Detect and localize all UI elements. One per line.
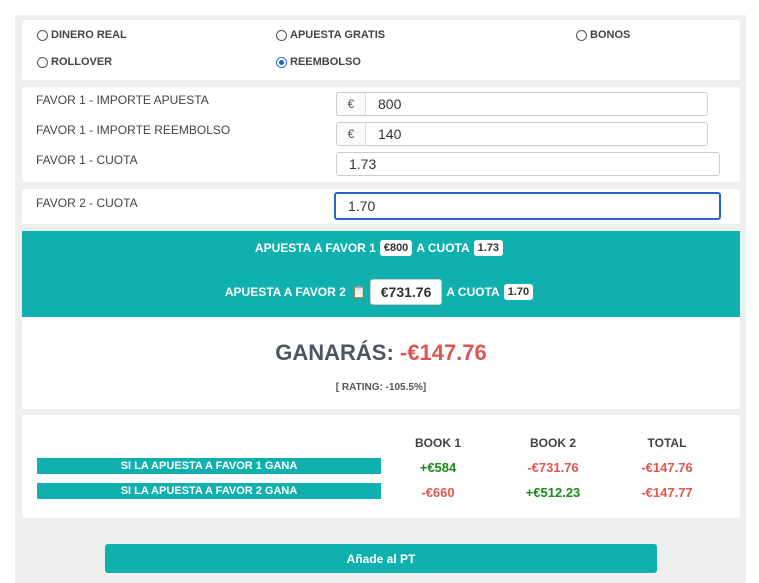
radio-circle-icon xyxy=(37,56,48,68)
bet1-odds-badge: 1.73 xyxy=(473,240,504,256)
profit-value: -€147.76 xyxy=(399,340,487,365)
radio-circle-icon xyxy=(37,29,48,41)
radio-label: DINERO REAL xyxy=(51,29,127,41)
row1-book2: -€731.76 xyxy=(527,460,579,475)
clipboard-icon[interactable]: 📋 xyxy=(352,285,367,299)
bet1-odds-prefix: A CUOTA xyxy=(416,241,470,255)
bet-summary-banner: APUESTA A FAVOR 1 €800 A CUOTA 1.73 APUE… xyxy=(22,231,740,317)
row2-book1: -€660 xyxy=(421,485,455,500)
header-book1: BOOK 1 xyxy=(414,436,461,450)
favor1-stake-value: 800 xyxy=(378,96,402,112)
favor2-section: FAVOR 2 - CUOTA 1.70 xyxy=(22,189,740,224)
outcome-table: BOOK 1 BOOK 2 TOTAL SI LA APUESTA A FAVO… xyxy=(22,415,740,518)
row2-total: -€147.77 xyxy=(641,485,693,500)
row2-book2: +€512.23 xyxy=(525,485,581,500)
favor1-odds-input[interactable]: 1.73 xyxy=(336,152,720,176)
bet2-amount-badge: €731.76 xyxy=(369,279,443,305)
bet-mode-selector: DINERO REAL APUESTA GRATIS BONOS ROLLOVE… xyxy=(22,20,740,80)
radio-label: REEMBOLSO xyxy=(290,56,361,68)
result-section: GANARÁS: -€147.76 [ RATING: -105.5%] xyxy=(22,317,740,409)
favor1-odds-value: 1.73 xyxy=(349,156,377,172)
radio-circle-icon xyxy=(576,29,587,41)
bet1-summary: APUESTA A FAVOR 1 €800 A CUOTA 1.73 xyxy=(22,240,740,256)
radio-label: BONOS xyxy=(590,29,631,41)
radio-label: APUESTA GRATIS xyxy=(290,29,386,41)
rating-text: [ RATING: -105.5%] xyxy=(335,382,427,393)
bet2-prefix: APUESTA A FAVOR 2 xyxy=(224,285,346,299)
radio-bonuses[interactable]: BONOS xyxy=(576,29,630,41)
bet2-odds-prefix: A CUOTA xyxy=(446,285,500,299)
radio-real-money[interactable]: DINERO REAL xyxy=(37,29,127,41)
radio-free-bet[interactable]: APUESTA GRATIS xyxy=(276,29,385,41)
favor1-stake-input[interactable]: € 800 xyxy=(336,92,708,116)
header-total: TOTAL xyxy=(647,436,687,450)
row-label: SI LA APUESTA A FAVOR 1 GANA xyxy=(37,458,381,474)
favor1-odds-label: FAVOR 1 - CUOTA xyxy=(36,153,138,167)
radio-rollover[interactable]: ROLLOVER xyxy=(37,56,112,68)
favor1-refund-label: FAVOR 1 - IMPORTE REEMBOLSO xyxy=(36,123,231,137)
calculator-panel: DINERO REAL APUESTA GRATIS BONOS ROLLOVE… xyxy=(15,15,746,583)
favor2-odds-input[interactable]: 1.70 xyxy=(334,192,721,220)
add-to-pt-button[interactable]: Añade al PT xyxy=(105,544,657,573)
euro-icon: € xyxy=(337,123,366,145)
header-book2: BOOK 2 xyxy=(529,436,576,450)
profit-label: GANARÁS: xyxy=(275,340,394,365)
profit-heading: GANARÁS: -€147.76 xyxy=(22,340,740,366)
row1-total: -€147.76 xyxy=(641,460,693,475)
favor2-odds-value: 1.70 xyxy=(348,198,376,214)
radio-refund[interactable]: REEMBOLSO xyxy=(276,56,361,68)
favor2-odds-label: FAVOR 2 - CUOTA xyxy=(36,196,138,210)
row-label: SI LA APUESTA A FAVOR 2 GANA xyxy=(37,483,381,499)
favor1-stake-label: FAVOR 1 - IMPORTE APUESTA xyxy=(36,93,209,107)
bet1-amount-badge: €800 xyxy=(379,240,413,256)
radio-circle-icon xyxy=(276,29,287,41)
favor1-section: FAVOR 1 - IMPORTE APUESTA € 800 FAVOR 1 … xyxy=(22,87,740,182)
radio-selected-icon xyxy=(276,56,287,68)
bet2-odds-badge: 1.70 xyxy=(503,284,534,300)
bet1-prefix: APUESTA A FAVOR 1 xyxy=(254,241,376,255)
euro-icon: € xyxy=(337,93,366,115)
row1-book1: +€584 xyxy=(419,460,457,475)
favor1-refund-input[interactable]: € 140 xyxy=(336,122,708,146)
bet2-summary: APUESTA A FAVOR 2 📋 €731.76 A CUOTA 1.70 xyxy=(22,279,740,305)
favor1-refund-value: 140 xyxy=(378,126,402,142)
radio-label: ROLLOVER xyxy=(51,56,113,68)
